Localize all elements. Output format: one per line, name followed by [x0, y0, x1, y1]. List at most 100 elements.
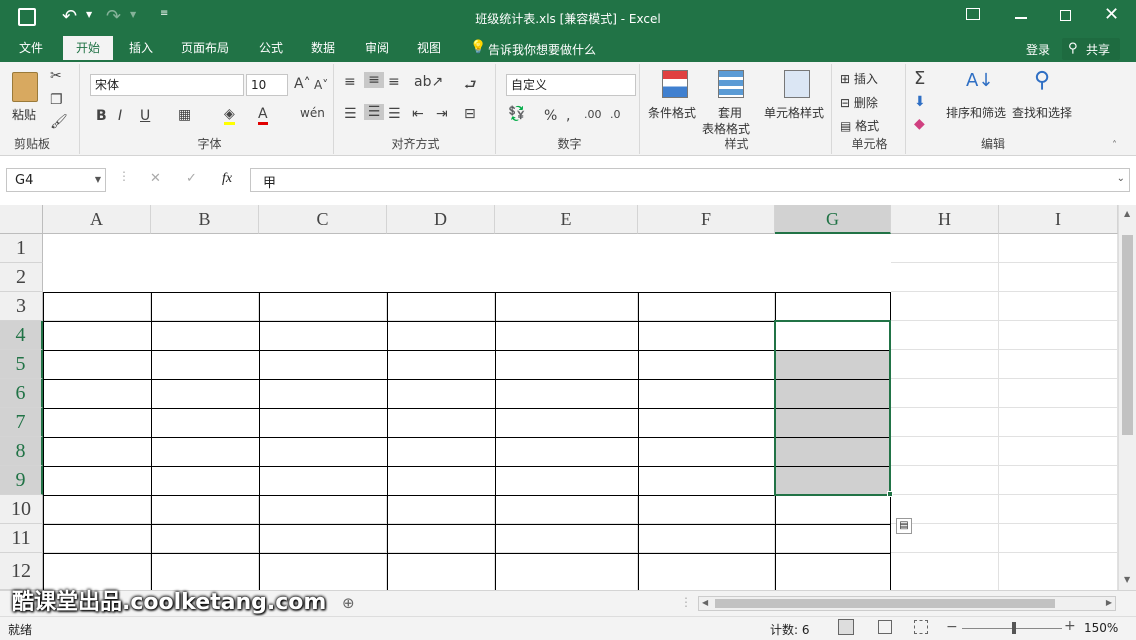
data-cell[interactable]	[638, 321, 775, 350]
close-icon[interactable]: ✕	[1104, 4, 1119, 25]
wrap-text-icon[interactable]: ⮐	[464, 74, 477, 98]
bold-button[interactable]: B	[96, 108, 107, 124]
maximize-icon[interactable]	[1060, 10, 1071, 21]
empty-cell[interactable]	[259, 495, 387, 524]
increase-font-icon[interactable]: A˄	[294, 76, 311, 92]
page-layout-view-icon[interactable]	[878, 620, 892, 634]
tab-file[interactable]: 文件	[8, 36, 54, 62]
format-painter-icon[interactable]: 🖌	[50, 114, 68, 130]
underline-button[interactable]: U	[140, 108, 150, 124]
column-header-A[interactable]: A	[43, 205, 151, 234]
empty-cell[interactable]	[638, 524, 775, 553]
row-header-3[interactable]: 3	[0, 292, 43, 321]
data-cell[interactable]	[387, 321, 495, 350]
empty-cell[interactable]	[775, 495, 891, 524]
phonetic-icon[interactable]: wén	[300, 106, 325, 120]
data-cell[interactable]	[638, 466, 775, 495]
decrease-indent-icon[interactable]: ⇤	[412, 106, 424, 122]
comma-icon[interactable]: ,	[566, 108, 570, 124]
scroll-up-icon[interactable]: ▲	[1124, 209, 1130, 218]
empty-cell[interactable]	[259, 524, 387, 553]
zoom-in-icon[interactable]: +	[1064, 618, 1076, 634]
data-cell[interactable]	[259, 350, 387, 379]
row-header-9[interactable]: 9	[0, 466, 43, 495]
fill-handle[interactable]	[887, 491, 893, 497]
cut-icon[interactable]: ✂	[50, 68, 62, 84]
tab-formulas[interactable]: 公式	[248, 36, 294, 62]
tab-view[interactable]: 视图	[406, 36, 452, 62]
scroll-right-icon[interactable]: ▶	[1106, 598, 1112, 607]
paste-button[interactable]: 粘贴	[8, 70, 42, 130]
empty-cell[interactable]	[638, 495, 775, 524]
italic-button[interactable]: I	[118, 108, 122, 124]
data-cell[interactable]	[495, 466, 638, 495]
row-header-5[interactable]: 5	[0, 350, 43, 379]
row-header-10[interactable]: 10	[0, 495, 43, 524]
zoom-slider-thumb[interactable]	[1012, 622, 1016, 634]
tab-review[interactable]: 审阅	[354, 36, 400, 62]
empty-cell[interactable]	[387, 495, 495, 524]
number-format-select[interactable]: 自定义	[506, 74, 636, 96]
increase-decimal-icon[interactable]: .00	[584, 108, 602, 121]
tab-data[interactable]: 数据	[300, 36, 346, 62]
percent-icon[interactable]: %	[544, 108, 557, 124]
data-cell[interactable]	[43, 408, 151, 437]
format-as-table-button[interactable]: 套用 表格格式	[702, 68, 762, 136]
data-cell[interactable]	[259, 379, 387, 408]
empty-cell[interactable]	[387, 553, 495, 590]
scroll-down-icon[interactable]: ▼	[1124, 575, 1130, 584]
data-cell[interactable]	[638, 437, 775, 466]
data-cell[interactable]	[387, 437, 495, 466]
tab-insert[interactable]: 插入	[118, 36, 164, 62]
data-cell[interactable]	[259, 321, 387, 350]
font-name-select[interactable]: 宋体	[90, 74, 244, 96]
fill-icon[interactable]: ⬇	[914, 94, 926, 110]
delete-cells-button[interactable]: ⊟ 删除	[840, 94, 878, 111]
select-all-corner[interactable]	[0, 205, 43, 234]
decrease-font-icon[interactable]: A˅	[314, 78, 328, 92]
zoom-out-icon[interactable]: −	[946, 619, 958, 635]
data-cell[interactable]	[638, 350, 775, 379]
merge-center-icon[interactable]: ⊟	[464, 106, 476, 122]
column-header-F[interactable]: F	[638, 205, 775, 234]
orientation-icon[interactable]: ab↗	[414, 74, 443, 90]
format-cells-button[interactable]: ▤ 格式	[840, 117, 879, 134]
column-header-E[interactable]: E	[495, 205, 638, 234]
column-header-B[interactable]: B	[151, 205, 259, 234]
column-header-D[interactable]: D	[387, 205, 495, 234]
empty-cell[interactable]	[775, 553, 891, 590]
empty-cell[interactable]	[775, 524, 891, 553]
data-cell[interactable]	[495, 350, 638, 379]
cancel-icon[interactable]: ✕	[150, 171, 161, 186]
row-header-4[interactable]: 4	[0, 321, 43, 350]
column-title-7[interactable]	[775, 292, 891, 321]
data-cell[interactable]	[43, 350, 151, 379]
data-cell[interactable]	[151, 466, 259, 495]
share-button[interactable]: ⚲ 共享	[1062, 38, 1120, 60]
data-cell[interactable]	[43, 379, 151, 408]
sign-in-link[interactable]: 登录	[1026, 41, 1050, 58]
empty-cell[interactable]	[151, 524, 259, 553]
data-cell[interactable]	[151, 321, 259, 350]
data-cell[interactable]	[495, 408, 638, 437]
empty-cell[interactable]	[495, 553, 638, 590]
quick-analysis-icon[interactable]: ▤	[896, 518, 912, 534]
find-select-button[interactable]: ⚲ 查找和选择	[1012, 68, 1074, 128]
border-icon[interactable]: ▦	[178, 107, 191, 123]
column-header-H[interactable]: H	[891, 205, 999, 234]
data-cell[interactable]	[43, 437, 151, 466]
column-header-G[interactable]: G	[775, 205, 891, 234]
tab-home[interactable]: 开始	[63, 36, 113, 62]
empty-cell[interactable]	[151, 495, 259, 524]
data-cell[interactable]	[259, 437, 387, 466]
row-header-8[interactable]: 8	[0, 437, 43, 466]
name-box-dropdown-icon[interactable]: ▼	[95, 175, 101, 184]
sort-filter-button[interactable]: A↓ 排序和筛选	[946, 68, 1010, 128]
data-cell[interactable]	[387, 408, 495, 437]
empty-cell[interactable]	[495, 495, 638, 524]
data-cell[interactable]	[387, 379, 495, 408]
empty-cell[interactable]	[43, 524, 151, 553]
row-header-6[interactable]: 6	[0, 379, 43, 408]
insert-cells-button[interactable]: ⊞ 插入	[840, 70, 878, 87]
increase-indent-icon[interactable]: ⇥	[436, 106, 448, 122]
